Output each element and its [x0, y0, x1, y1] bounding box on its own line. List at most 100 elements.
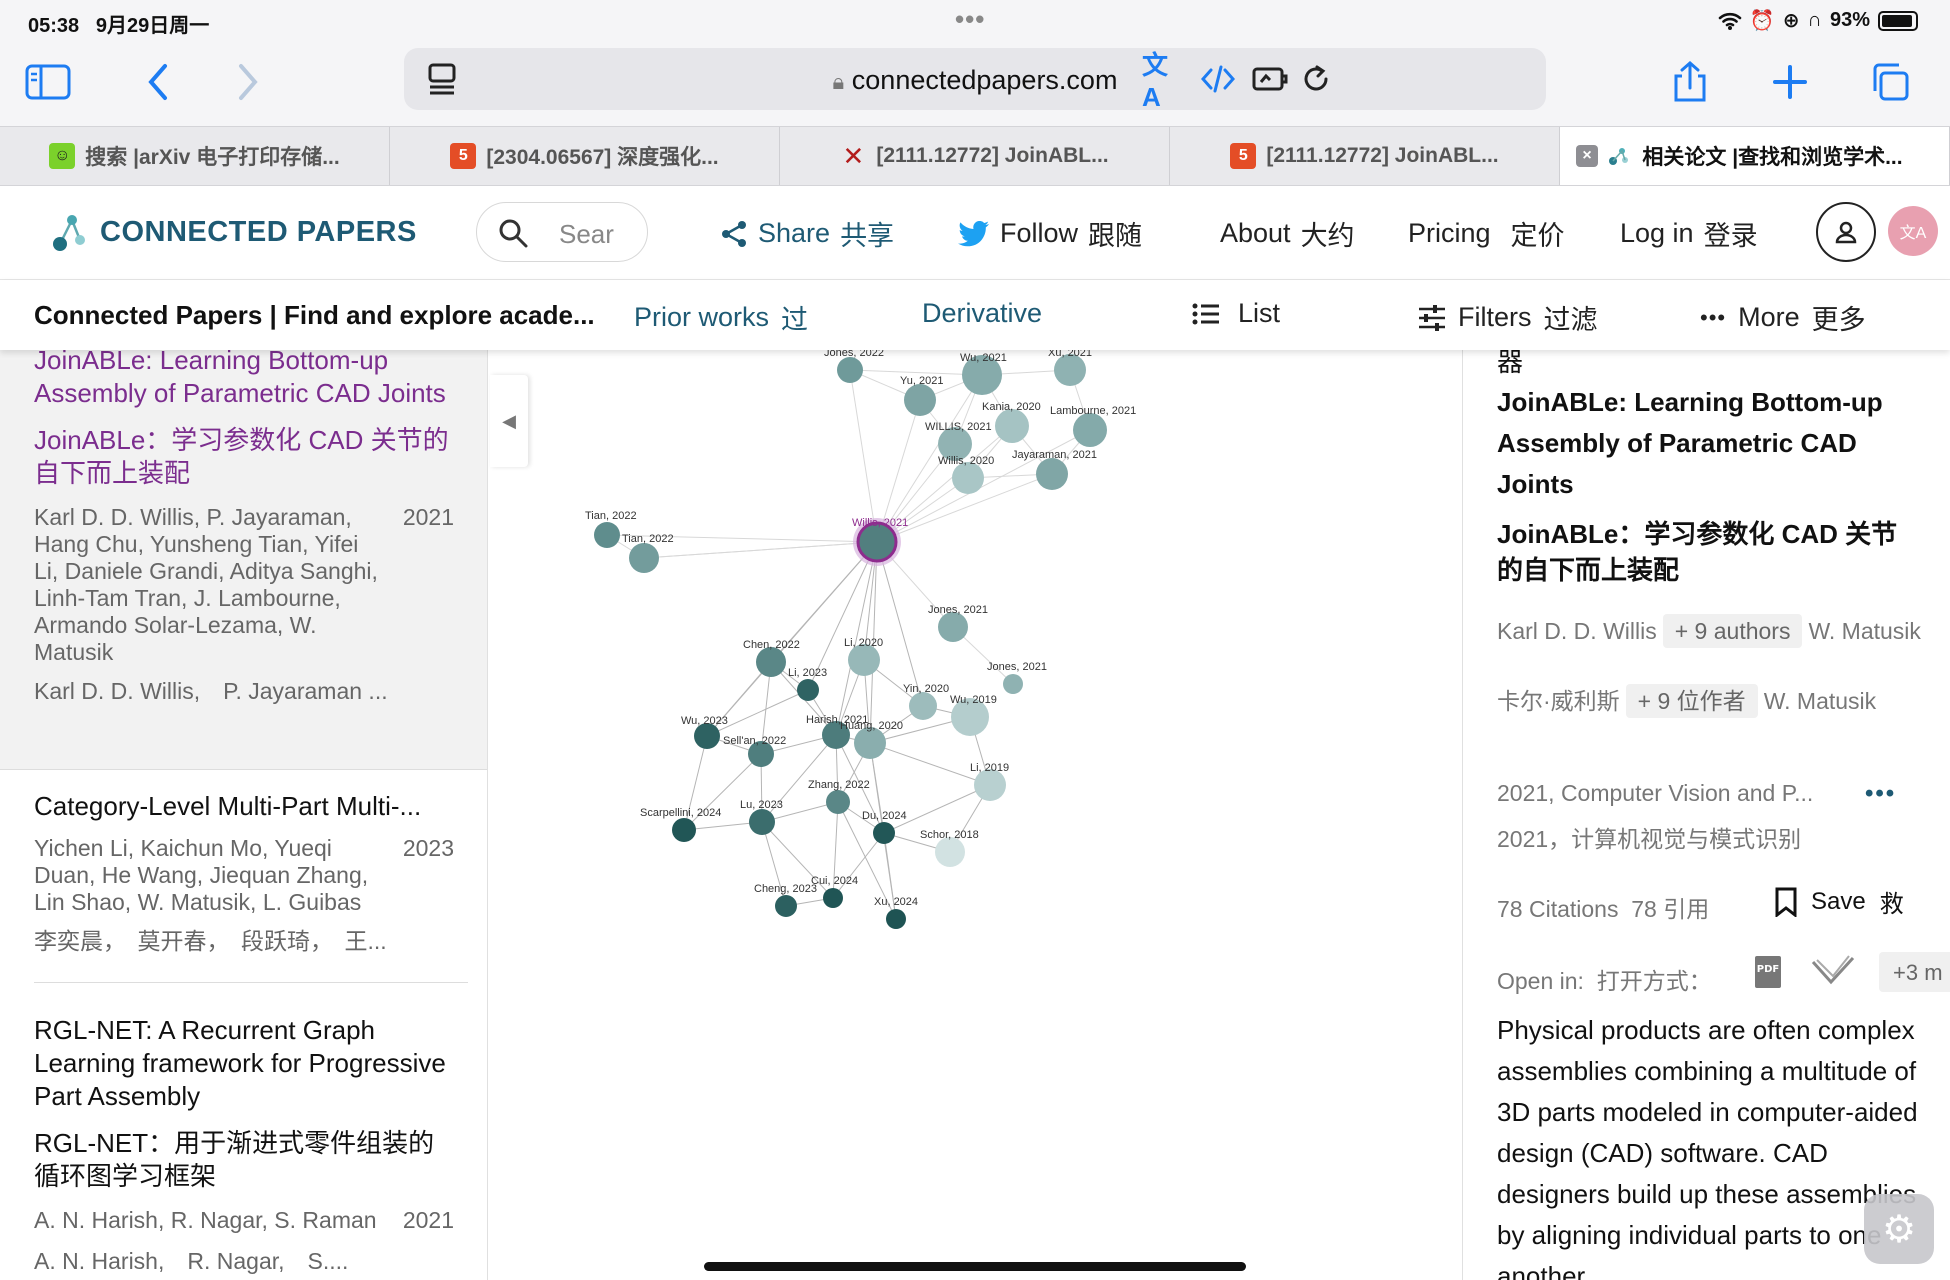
- tab-overview-icon[interactable]: [1864, 56, 1916, 108]
- prior-works-tab[interactable]: Prior works 过: [634, 298, 808, 337]
- citation-graph[interactable]: Jones, 2022 Wu, 2021 Xu, 2021 Yu, 2021 Kania…: [490, 347, 1462, 1280]
- graph-node-circle[interactable]: [1073, 413, 1107, 447]
- graph-node[interactable]: Du, 2024: [862, 810, 907, 844]
- graph-node[interactable]: Lu, 2023: [740, 799, 783, 835]
- forward-icon[interactable]: [222, 56, 274, 108]
- derivative-works-tab[interactable]: Derivative: [922, 298, 1042, 329]
- translate-extension-avatar[interactable]: 文A: [1888, 206, 1938, 256]
- new-tab-icon[interactable]: [1764, 56, 1816, 108]
- list-item-title[interactable]: RGL-NET: A Recurrent Graph Learning fram…: [34, 1014, 454, 1113]
- graph-node-circle[interactable]: [1003, 674, 1023, 694]
- save-button[interactable]: Save 救: [1775, 884, 1904, 919]
- graph-node[interactable]: Yu, 2021: [900, 375, 943, 416]
- pricing-link[interactable]: Pricing 定价: [1408, 214, 1565, 253]
- graph-node-circle[interactable]: [749, 809, 775, 835]
- graph-node[interactable]: Cui, 2024: [811, 875, 858, 908]
- graph-node[interactable]: Scarpellini, 2024: [640, 807, 721, 842]
- graph-node-circle[interactable]: [629, 543, 659, 573]
- graph-node-circle[interactable]: [756, 647, 786, 677]
- graph-node[interactable]: Xu, 2024: [874, 896, 918, 929]
- more-authors-pill[interactable]: + 9 authors: [1662, 614, 1803, 648]
- graph-node[interactable]: Zhang, 2022: [808, 779, 870, 814]
- site-logo[interactable]: CONNECTED PAPERS: [52, 210, 417, 254]
- graph-node[interactable]: Lambourne, 2021: [1050, 405, 1136, 447]
- graph-node[interactable]: Cheng, 2023: [754, 883, 817, 917]
- more-authors-pill-zh[interactable]: + 9 位作者: [1625, 684, 1758, 718]
- graph-node-circle[interactable]: [672, 818, 696, 842]
- graph-node-circle[interactable]: [886, 909, 906, 929]
- graph-node[interactable]: Wu, 2023: [681, 715, 728, 749]
- graph-node-circle[interactable]: [823, 888, 843, 908]
- list-item-title[interactable]: JoinABLe: Learning Bottom-up Assembly of…: [34, 350, 454, 410]
- graph-node[interactable]: Sell'an, 2022: [723, 735, 786, 767]
- filter-sliders-icon: [1419, 304, 1445, 331]
- graph-node[interactable]: Willis, 2020: [938, 455, 994, 494]
- back-icon[interactable]: [132, 56, 184, 108]
- graph-node[interactable]: Li, 2019: [970, 762, 1009, 801]
- detail-more-icon[interactable]: •••: [1865, 780, 1896, 808]
- assistive-touch-button[interactable]: ⚙: [1864, 1194, 1934, 1264]
- tab-2111-html[interactable]: 5 [2111.12772] JoinABL...: [1170, 127, 1560, 185]
- graph-node[interactable]: Huang, 2020: [840, 720, 903, 759]
- graph-node[interactable]: Jones, 2021: [987, 661, 1047, 694]
- pdf-icon[interactable]: PDF: [1749, 954, 1787, 990]
- login-link[interactable]: Log in 登录: [1620, 214, 1758, 253]
- semantic-scholar-icon[interactable]: [1811, 954, 1855, 990]
- graph-node[interactable]: Yin, 2020: [903, 683, 949, 720]
- list-item-selected[interactable]: JoinABLe: Learning Bottom-up Assembly of…: [0, 350, 487, 770]
- home-indicator[interactable]: [704, 1262, 1246, 1271]
- graph-node-circle[interactable]: [995, 409, 1029, 443]
- multitask-dots[interactable]: •••: [955, 4, 985, 35]
- graph-node[interactable]: Jayaraman, 2021: [1012, 449, 1097, 490]
- more-menu[interactable]: ••• More 更多: [1700, 298, 1866, 337]
- list-item[interactable]: RGL-NET: A Recurrent Graph Learning fram…: [0, 1014, 487, 1280]
- url-text[interactable]: 🔒︎ connectedpapers.com: [404, 65, 1546, 96]
- graph-canvas[interactable]: Jones, 2022 Wu, 2021 Xu, 2021 Yu, 2021 Kania…: [490, 347, 1462, 1280]
- tab-2111-arxiv[interactable]: ✕ [2111.12772] JoinABL...: [780, 127, 1170, 185]
- graph-node-circle[interactable]: [594, 522, 620, 548]
- search-input[interactable]: Sear: [476, 202, 648, 262]
- graph-node-circle[interactable]: [797, 679, 819, 701]
- graph-node-label: Xu, 2021: [1048, 350, 1092, 359]
- graph-node[interactable]: Wu, 2021: [960, 352, 1007, 395]
- tab-connected-papers[interactable]: × 相关论文 |查找和浏览学术...: [1560, 127, 1950, 185]
- share-sheet-icon[interactable]: [1664, 56, 1716, 108]
- graph-node-circle[interactable]: [909, 692, 937, 720]
- tab-2304[interactable]: 5 [2304.06567] 深度强化...: [390, 127, 780, 185]
- graph-node-circle[interactable]: [938, 612, 968, 642]
- follow-button[interactable]: Follow 跟随: [958, 214, 1142, 253]
- graph-node[interactable]: Tian, 2022: [622, 533, 674, 573]
- open-in-more-button[interactable]: +3 m: [1879, 952, 1950, 992]
- address-bar[interactable]: 🔒︎ connectedpapers.com 文A: [404, 48, 1546, 112]
- share-button[interactable]: Share 共享: [720, 214, 894, 253]
- user-account-button[interactable]: [1816, 202, 1876, 262]
- graph-node-circle[interactable]: [837, 357, 863, 383]
- filters-button[interactable]: Filters 过滤: [1418, 298, 1598, 337]
- extension-icon[interactable]: [1250, 59, 1290, 99]
- graph-node[interactable]: Jones, 2022: [824, 347, 884, 383]
- graph-node-circle[interactable]: [775, 895, 797, 917]
- graph-node[interactable]: Willis, 2021: [852, 517, 908, 566]
- status-right: ⏰ ⊕ ∩ 93%: [1718, 8, 1918, 33]
- graph-node-circle[interactable]: [826, 790, 850, 814]
- graph-node-circle[interactable]: [873, 822, 895, 844]
- graph-node-circle[interactable]: [935, 837, 965, 867]
- graph-node[interactable]: Schor, 2018: [920, 829, 979, 867]
- graph-node[interactable]: Jones, 2021: [928, 604, 988, 642]
- reload-icon[interactable]: [1296, 59, 1336, 99]
- about-link[interactable]: About 大约: [1220, 214, 1355, 253]
- graph-node-circle[interactable]: [904, 384, 936, 416]
- list-item[interactable]: Category-Level Multi-Part Multi-... Yich…: [0, 790, 487, 990]
- code-icon[interactable]: [1198, 59, 1238, 99]
- tab-arxiv-search[interactable]: ☺ 搜索 |arXiv 电子打印存储...: [0, 127, 390, 185]
- list-toggle[interactable]: List: [1192, 298, 1280, 329]
- sidebar-toggle-icon[interactable]: [22, 56, 74, 108]
- translate-icon[interactable]: 文A: [1142, 50, 1182, 112]
- graph-node[interactable]: Wu, 2019: [950, 694, 997, 736]
- graph-node-circle[interactable]: [1036, 458, 1068, 490]
- graph-node[interactable]: Xu, 2021: [1048, 347, 1092, 386]
- list-item-title[interactable]: Category-Level Multi-Part Multi-...: [34, 790, 454, 823]
- graph-node-label: Willis, 2020: [938, 455, 994, 467]
- list-item-title-zh: RGL-NET：用于渐进式零件组装的循环图学习框架: [34, 1128, 435, 1191]
- close-tab-icon[interactable]: ×: [1576, 145, 1598, 167]
